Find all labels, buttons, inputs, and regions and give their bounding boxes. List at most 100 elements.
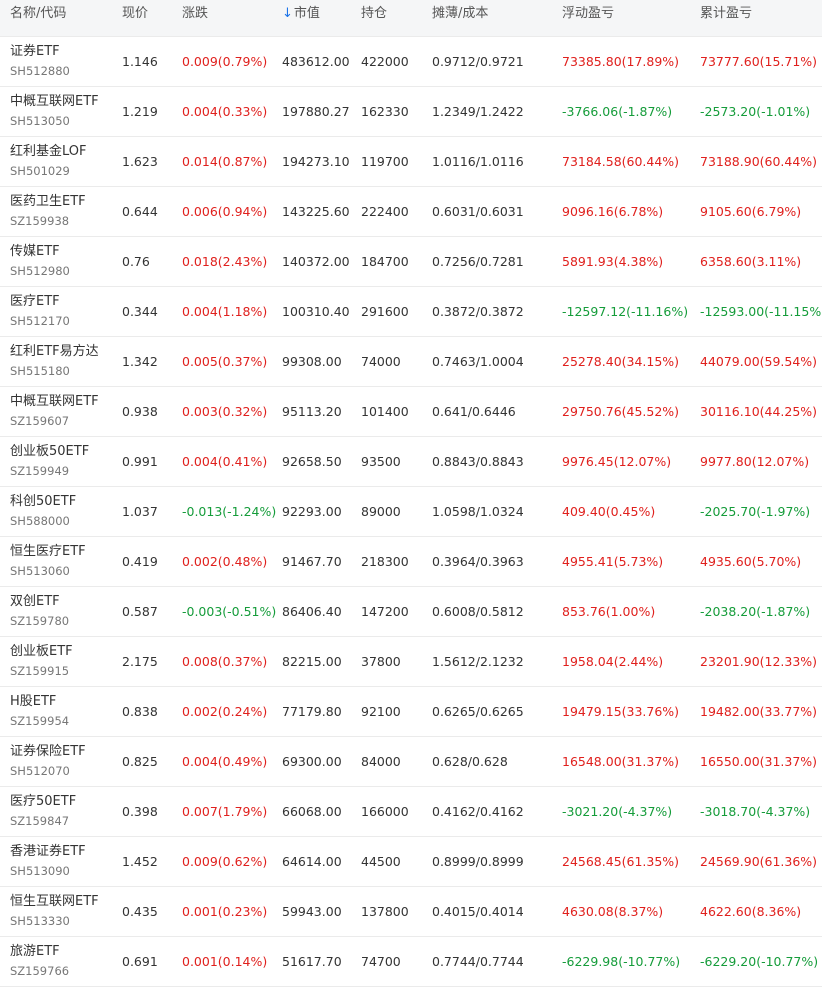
fund-name: H股ETF bbox=[10, 694, 57, 709]
cost-price: 0.4162/0.4162 bbox=[432, 804, 524, 819]
table-row[interactable]: 证券保险ETF SH512070 0.825 0.004(0.49%) 69300.00… bbox=[0, 737, 822, 787]
current-price: 0.419 bbox=[122, 554, 158, 569]
price-change: 0.004(1.18%) bbox=[182, 304, 268, 319]
table-row[interactable]: 传媒ETF SH512980 0.76 0.018(2.43%) 140372.00 18… bbox=[0, 237, 822, 287]
price-change: 0.004(0.41%) bbox=[182, 454, 268, 469]
column-header-holding[interactable]: 持仓 bbox=[361, 0, 387, 36]
fund-name-cell[interactable]: 双创ETF SZ159780 bbox=[10, 593, 69, 630]
fund-name-cell[interactable]: 传媒ETF SH512980 bbox=[10, 243, 70, 280]
float-pnl: 9096.16(6.78%) bbox=[562, 204, 664, 219]
fund-name: 红利ETF易方达 bbox=[10, 344, 99, 359]
market-value: 64614.00 bbox=[282, 854, 342, 869]
price-change: 0.009(0.62%) bbox=[182, 854, 268, 869]
total-pnl: 24569.90(61.36%) bbox=[700, 854, 818, 869]
fund-name-cell[interactable]: 红利基金LOF SH501029 bbox=[10, 143, 87, 180]
fund-name-cell[interactable]: 恒生互联网ETF SH513330 bbox=[10, 893, 99, 930]
fund-name-cell[interactable]: 创业板50ETF SZ159949 bbox=[10, 443, 89, 480]
fund-name: 医药卫生ETF bbox=[10, 194, 86, 209]
float-pnl: 73184.58(60.44%) bbox=[562, 154, 680, 169]
holding-quantity: 184700 bbox=[361, 254, 409, 269]
table-row[interactable]: 科创50ETF SH588000 1.037 -0.013(-1.24%) 92293.… bbox=[0, 487, 822, 537]
table-row[interactable]: 红利ETF易方达 SH515180 1.342 0.005(0.37%) 99308.0… bbox=[0, 337, 822, 387]
current-price: 0.398 bbox=[122, 804, 158, 819]
cost-price: 0.6031/0.6031 bbox=[432, 204, 524, 219]
table-row[interactable]: 双创ETF SZ159780 0.587 -0.003(-0.51%) 86406.40… bbox=[0, 587, 822, 637]
table-row[interactable]: 证券ETF SH512880 1.146 0.009(0.79%) 483612.00 4… bbox=[0, 37, 822, 87]
fund-name-cell[interactable]: 红利ETF易方达 SH515180 bbox=[10, 343, 99, 380]
fund-name-cell[interactable]: 科创50ETF SH588000 bbox=[10, 493, 76, 530]
column-header-float-pnl[interactable]: 浮动盈亏 bbox=[562, 0, 614, 36]
float-pnl: 19479.15(33.76%) bbox=[562, 704, 680, 719]
fund-name-cell[interactable]: 恒生医疗ETF SH513060 bbox=[10, 543, 86, 580]
column-header-cost[interactable]: 摊薄/成本 bbox=[432, 0, 488, 36]
total-pnl: 4935.60(5.70%) bbox=[700, 554, 802, 569]
holding-quantity: 291600 bbox=[361, 304, 409, 319]
holding-quantity: 147200 bbox=[361, 604, 409, 619]
column-header-change[interactable]: 涨跌 bbox=[182, 0, 208, 36]
table-row[interactable]: 医疗50ETF SZ159847 0.398 0.007(1.79%) 66068.00… bbox=[0, 787, 822, 837]
current-price: 1.219 bbox=[122, 104, 158, 119]
current-price: 1.146 bbox=[122, 54, 158, 69]
holding-quantity: 74000 bbox=[361, 354, 401, 369]
total-pnl: 19482.00(33.77%) bbox=[700, 704, 818, 719]
column-header-market-value[interactable]: ↓市值 bbox=[282, 0, 320, 36]
fund-code: SH512170 bbox=[10, 314, 70, 328]
fund-name-cell[interactable]: 中概互联网ETF SH513050 bbox=[10, 93, 99, 130]
float-pnl: -6229.98(-10.77%) bbox=[562, 954, 681, 969]
market-value: 143225.60 bbox=[282, 204, 350, 219]
fund-code: SH513060 bbox=[10, 564, 70, 578]
fund-name: 红利基金LOF bbox=[10, 144, 87, 159]
market-value: 483612.00 bbox=[282, 54, 350, 69]
float-pnl: 25278.40(34.15%) bbox=[562, 354, 680, 369]
table-row[interactable]: 创业板50ETF SZ159949 0.991 0.004(0.41%) 92658.5… bbox=[0, 437, 822, 487]
fund-name-cell[interactable]: 旅游ETF SZ159766 bbox=[10, 943, 69, 980]
fund-name-cell[interactable]: 香港证券ETF SH513090 bbox=[10, 843, 86, 880]
column-header-total-pnl[interactable]: 累计盈亏 bbox=[700, 0, 752, 36]
table-row[interactable]: 医疗ETF SH512170 0.344 0.004(1.18%) 100310.40 2… bbox=[0, 287, 822, 337]
price-change: 0.003(0.32%) bbox=[182, 404, 268, 419]
total-pnl: 6358.60(3.11%) bbox=[700, 254, 802, 269]
table-row[interactable]: 中概互联网ETF SH513050 1.219 0.004(0.33%) 197880.… bbox=[0, 87, 822, 137]
current-price: 0.825 bbox=[122, 754, 158, 769]
fund-code: SZ159847 bbox=[10, 814, 70, 828]
holding-quantity: 119700 bbox=[361, 154, 409, 169]
fund-name-cell[interactable]: 证券保险ETF SH512070 bbox=[10, 743, 86, 780]
table-row[interactable]: H股ETF SZ159954 0.838 0.002(0.24%) 77179.80 92… bbox=[0, 687, 822, 737]
fund-name: 医疗50ETF bbox=[10, 794, 77, 809]
fund-name-cell[interactable]: 证券ETF SH512880 bbox=[10, 43, 70, 80]
table-row[interactable]: 红利基金LOF SH501029 1.623 0.014(0.87%) 194273.1… bbox=[0, 137, 822, 187]
market-value: 91467.70 bbox=[282, 554, 342, 569]
fund-name-cell[interactable]: 医药卫生ETF SZ159938 bbox=[10, 193, 86, 230]
column-header-name[interactable]: 名称/代码 bbox=[10, 0, 66, 36]
cost-price: 0.7256/0.7281 bbox=[432, 254, 524, 269]
market-value: 66068.00 bbox=[282, 804, 342, 819]
total-pnl: 16550.00(31.37%) bbox=[700, 754, 818, 769]
fund-name: 传媒ETF bbox=[10, 244, 60, 259]
table-row[interactable]: 恒生医疗ETF SH513060 0.419 0.002(0.48%) 91467.70… bbox=[0, 537, 822, 587]
fund-name-cell[interactable]: 中概互联网ETF SZ159607 bbox=[10, 393, 99, 430]
fund-name: 创业板50ETF bbox=[10, 444, 90, 459]
total-pnl: -6229.20(-10.77%) bbox=[700, 954, 819, 969]
column-header-price[interactable]: 现价 bbox=[122, 0, 148, 36]
fund-name: 科创50ETF bbox=[10, 494, 77, 509]
fund-name-cell[interactable]: 医疗ETF SH512170 bbox=[10, 293, 70, 330]
table-row[interactable]: 中概互联网ETF SZ159607 0.938 0.003(0.32%) 95113.2… bbox=[0, 387, 822, 437]
table-row[interactable]: 旅游ETF SZ159766 0.691 0.001(0.14%) 51617.70 74… bbox=[0, 937, 822, 987]
fund-code: SH588000 bbox=[10, 514, 70, 528]
current-price: 0.838 bbox=[122, 704, 158, 719]
fund-name-cell[interactable]: 创业板ETF SZ159915 bbox=[10, 643, 73, 680]
fund-code: SH512070 bbox=[10, 764, 70, 778]
fund-code: SZ159949 bbox=[10, 464, 70, 478]
fund-name-cell[interactable]: H股ETF SZ159954 bbox=[10, 693, 69, 730]
fund-code: SZ159915 bbox=[10, 664, 70, 678]
table-row[interactable]: 香港证券ETF SH513090 1.452 0.009(0.62%) 64614.00… bbox=[0, 837, 822, 887]
cost-price: 0.3964/0.3963 bbox=[432, 554, 524, 569]
cost-price: 0.3872/0.3872 bbox=[432, 304, 524, 319]
table-row[interactable]: 恒生互联网ETF SH513330 0.435 0.001(0.23%) 59943.0… bbox=[0, 887, 822, 937]
table-row[interactable]: 医药卫生ETF SZ159938 0.644 0.006(0.94%) 143225.6… bbox=[0, 187, 822, 237]
fund-name-cell[interactable]: 医疗50ETF SZ159847 bbox=[10, 793, 76, 830]
price-change: 0.002(0.48%) bbox=[182, 554, 268, 569]
market-value: 77179.80 bbox=[282, 704, 342, 719]
fund-code: SZ159766 bbox=[10, 964, 70, 978]
table-row[interactable]: 创业板ETF SZ159915 2.175 0.008(0.37%) 82215.00 3… bbox=[0, 637, 822, 687]
